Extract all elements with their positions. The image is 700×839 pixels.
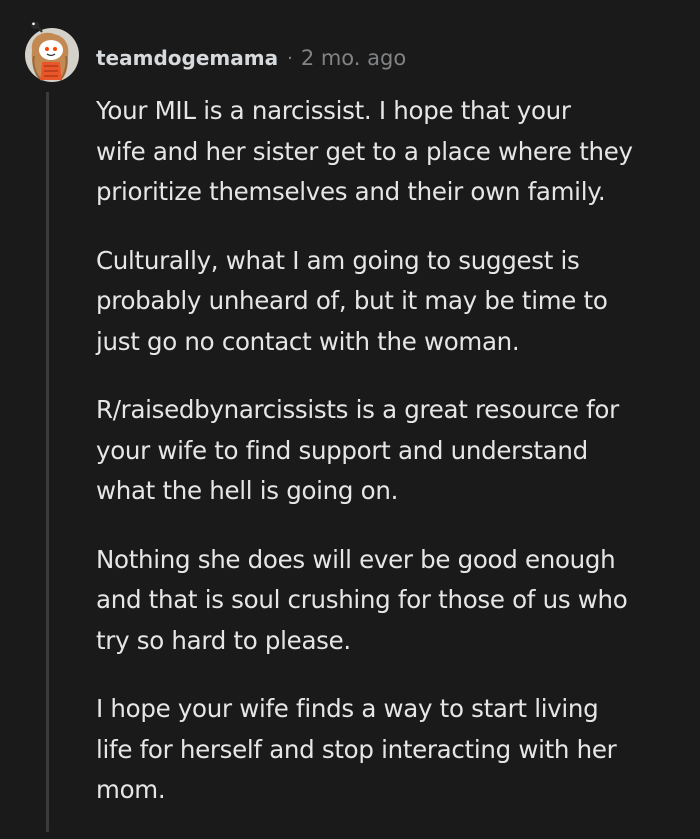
username-link[interactable]: teamdogemama: [96, 46, 278, 70]
meta-separator: ·: [287, 47, 293, 69]
thread-line[interactable]: [46, 92, 49, 832]
comment-timestamp[interactable]: 2 mo. ago: [301, 46, 406, 70]
comment-paragraph: R/raisedbynarcissists is a great resourc…: [96, 395, 619, 505]
user-avatar[interactable]: [22, 21, 82, 82]
comment-paragraph: Your MIL is a narcissist. I hope that yo…: [96, 96, 633, 206]
comment-header: teamdogemama · 2 mo. ago: [96, 42, 406, 74]
comment: teamdogemama · 2 mo. ago Your MIL is a n…: [0, 0, 700, 832]
comment-paragraph: Culturally, what I am going to suggest i…: [96, 245, 608, 356]
comment-body: Your MIL is a narcissist. I hope that yo…: [96, 91, 686, 839]
comment-paragraph: Nothing she does will ever be good enoug…: [96, 544, 628, 655]
comment-paragraph: I hope your wife finds a way to start li…: [96, 694, 617, 804]
snoo-avatar-icon: [25, 21, 79, 82]
